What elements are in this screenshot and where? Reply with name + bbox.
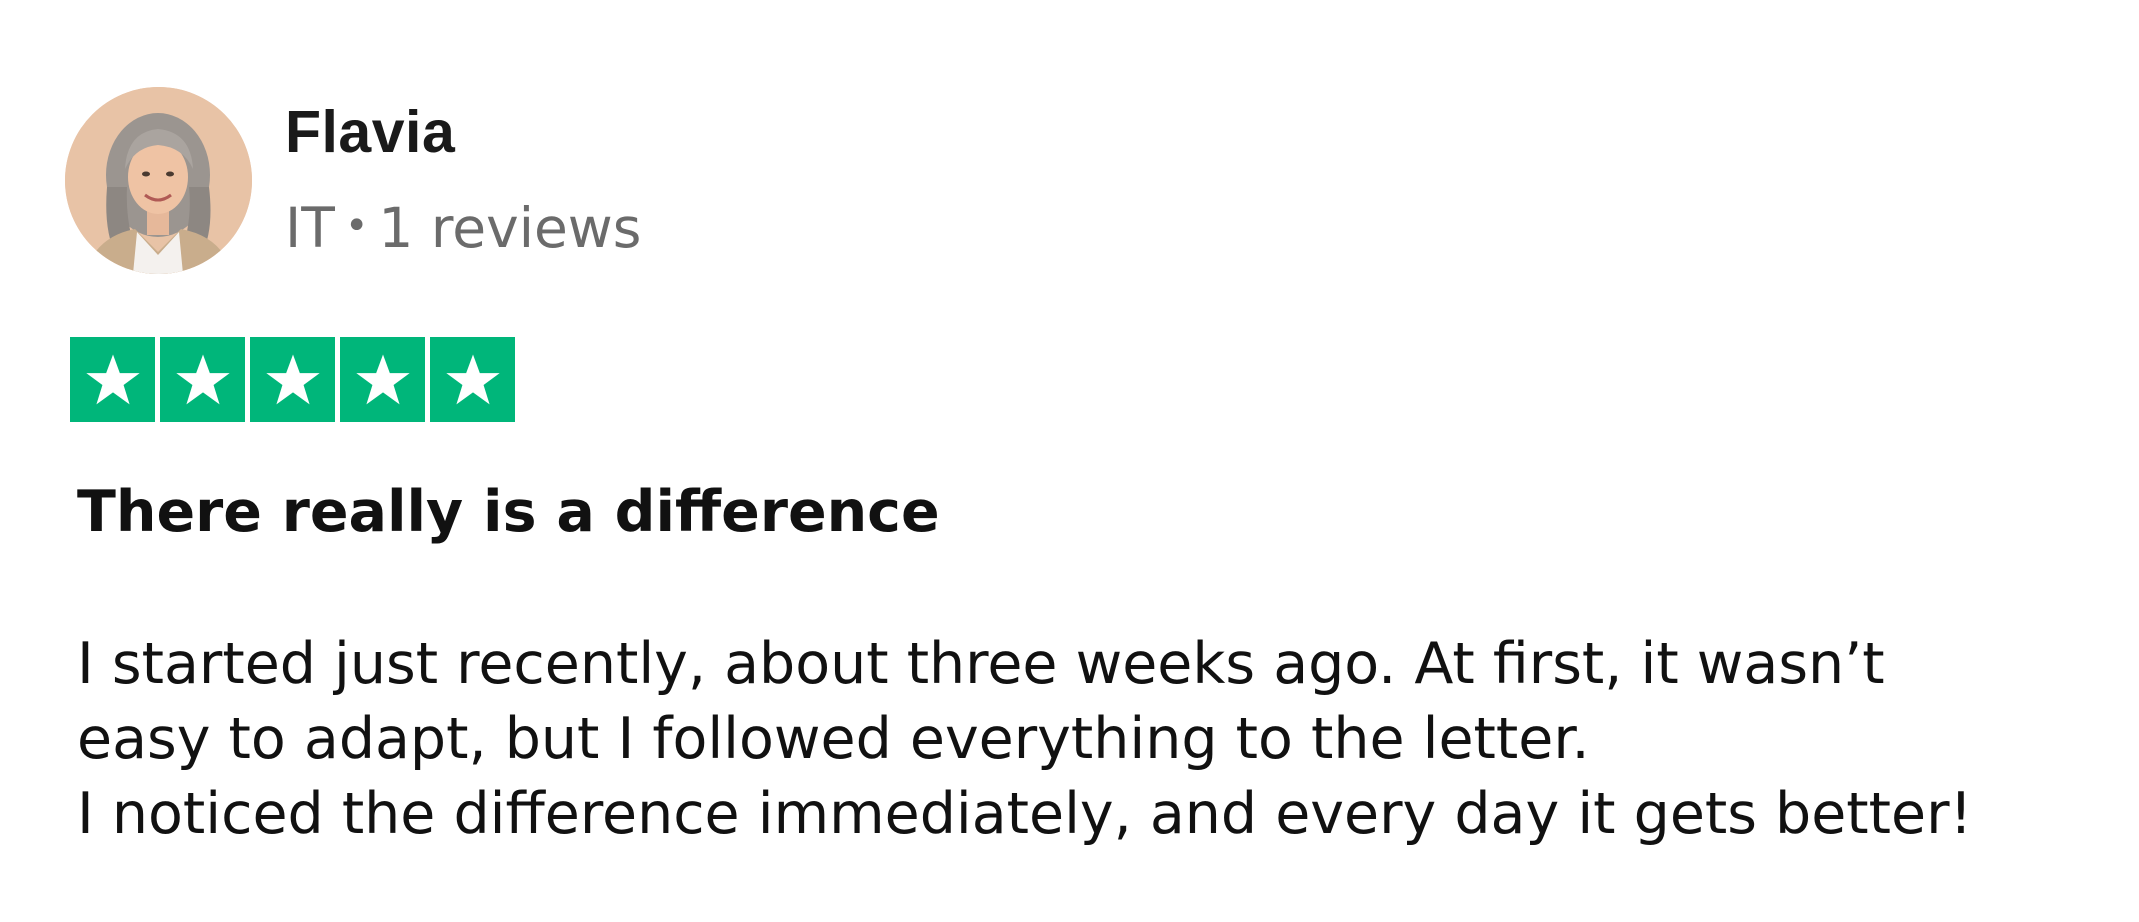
star-box (70, 337, 155, 422)
star-icon (445, 353, 500, 404)
star-icon (175, 353, 230, 404)
star-icon (265, 353, 320, 404)
review-body-line: I noticed the difference immediately, an… (77, 781, 1973, 847)
star-rating (70, 337, 515, 422)
reviewer-avatar[interactable] (65, 87, 252, 274)
star-icon (355, 353, 410, 404)
star-box (430, 337, 515, 422)
meta-separator: • (344, 203, 369, 249)
review-body-line: easy to adapt, but I followed everything… (77, 706, 1590, 772)
star-box (340, 337, 425, 422)
star-box (250, 337, 335, 422)
review-body: I started just recently, about three wee… (77, 627, 2097, 852)
review-title[interactable]: There really is a difference (77, 476, 940, 548)
reviewer-country: IT (285, 196, 335, 260)
reviewer-reviews-count[interactable]: 1 reviews (378, 196, 641, 260)
star-icon (85, 353, 140, 404)
reviewer-meta: IT • 1 reviews (285, 192, 641, 262)
reviewer-name[interactable]: Flavia (285, 96, 455, 168)
avatar-photo-icon (65, 87, 252, 274)
star-box (160, 337, 245, 422)
review-card: Flavia IT • 1 reviews There really is a di… (0, 0, 2139, 922)
review-body-line: I started just recently, about three wee… (77, 631, 1885, 697)
